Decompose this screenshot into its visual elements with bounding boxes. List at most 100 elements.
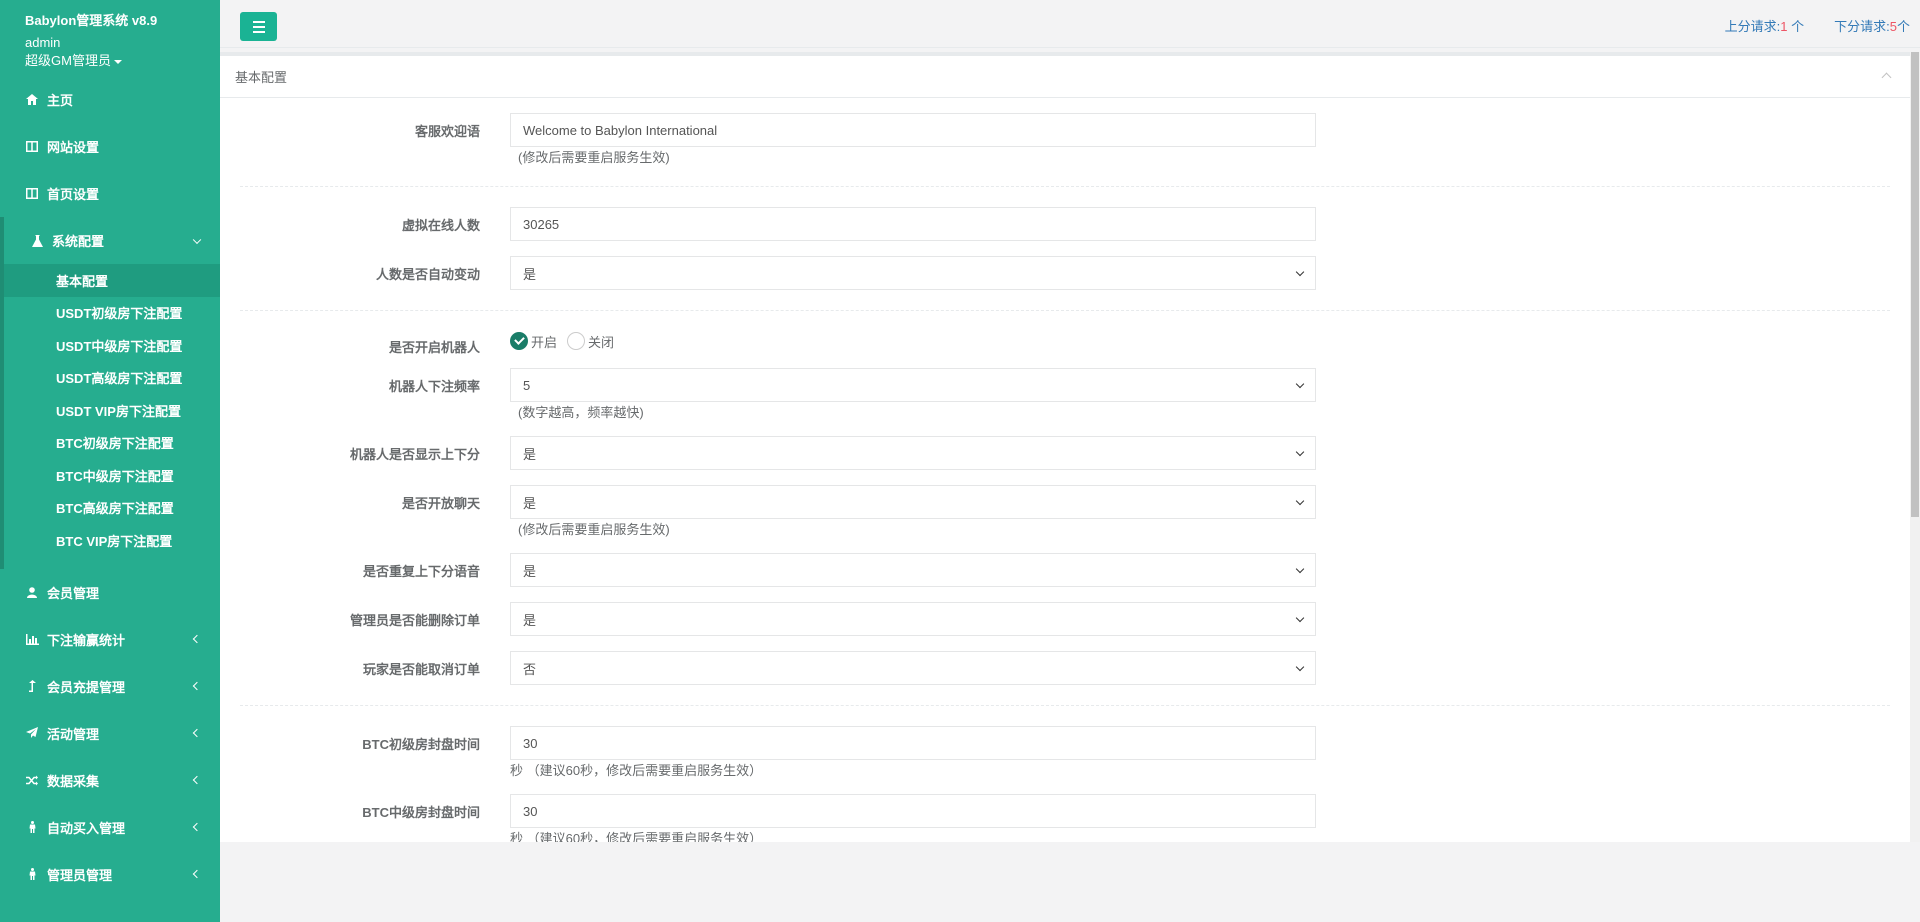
circle-icon xyxy=(567,332,586,350)
check-circle-icon xyxy=(510,332,528,350)
nav-auto-buy[interactable]: 自动买入管理 xyxy=(0,804,220,851)
nav-data-collection[interactable]: 数据采集 xyxy=(0,757,220,804)
page-scrollbar[interactable] xyxy=(1910,52,1920,842)
form-row-btc-basic-close: BTC初级房封盘时间 30 秒 （建议60秒，修改后需要重启服务生效） xyxy=(240,726,1890,779)
panel-header: 基本配置 xyxy=(220,56,1910,98)
submenu-btc-mid[interactable]: BTC中级房下注配置 xyxy=(4,459,220,492)
scrollbar-thumb[interactable] xyxy=(1911,52,1919,517)
system-config-submenu: 基本配置 USDT初级房下注配置 USDT中级房下注配置 USDT高级房下注配置… xyxy=(0,264,220,569)
deposit-requests-link[interactable]: 上分请求:1 个 xyxy=(1725,16,1805,35)
chevron-left-icon xyxy=(192,634,202,644)
field-label: BTC中级房封盘时间 xyxy=(362,805,480,820)
field-label: 管理员是否能删除订单 xyxy=(349,613,480,628)
chevron-down-icon xyxy=(192,235,202,244)
caret-down-icon xyxy=(113,59,122,64)
field-label: 客服欢迎语 xyxy=(414,124,480,139)
form-row-online: 虚拟在线人数 30265 xyxy=(240,207,1890,241)
field-label: 虚拟在线人数 xyxy=(401,218,480,233)
btc-mid-close-input[interactable]: 30 xyxy=(510,794,1316,828)
submenu-usdt-mid[interactable]: USDT中级房下注配置 xyxy=(4,329,220,362)
form-row-chat: 是否开放聊天 是 (修改后需要重启服务生效) xyxy=(240,485,1890,538)
home-icon xyxy=(25,93,39,107)
flask-icon xyxy=(30,234,44,248)
robot-frequency-select[interactable]: 5 xyxy=(510,368,1316,402)
male-icon xyxy=(25,867,39,881)
nav-system-config[interactable]: 系统配置 xyxy=(0,217,220,264)
role-label: 超级GM管理员 xyxy=(25,53,111,68)
nav-deposit-withdraw[interactable]: 会员充提管理 xyxy=(0,663,220,710)
divider xyxy=(240,186,1890,187)
chevron-left-icon xyxy=(192,822,202,832)
submenu-usdt-basic[interactable]: USDT初级房下注配置 xyxy=(4,297,220,330)
help-text: (数字越高，频率越快) xyxy=(518,405,644,420)
divider xyxy=(240,310,1890,311)
nav-members[interactable]: 会员管理 xyxy=(0,569,220,616)
chevron-down-icon xyxy=(1295,564,1305,574)
field-label: 是否开放聊天 xyxy=(401,496,480,511)
submenu-btc-basic[interactable]: BTC初级房下注配置 xyxy=(4,427,220,460)
robot-on-radio[interactable]: 开启 xyxy=(510,332,557,351)
help-text: 秒 （建议60秒，修改后需要重启服务生效） xyxy=(510,831,763,842)
nav-label: 会员充提管理 xyxy=(47,679,126,695)
nav-activities[interactable]: 活动管理 xyxy=(0,710,220,757)
robot-radio-group: 开启 关闭 xyxy=(510,331,1316,351)
submenu-basic-config[interactable]: 基本配置 xyxy=(4,264,220,297)
nav-homepage-settings[interactable]: 首页设置 xyxy=(0,170,220,217)
level-up-icon xyxy=(25,679,39,693)
chevron-down-icon xyxy=(1295,379,1305,389)
robot-show-select[interactable]: 是 xyxy=(510,436,1316,470)
nav-label: 管理员管理 xyxy=(47,867,113,883)
field-label: 机器人是否显示上下分 xyxy=(349,447,480,462)
panel-title: 基本配置 xyxy=(235,70,288,85)
btc-basic-close-input[interactable]: 30 xyxy=(510,726,1316,760)
role-dropdown[interactable]: 超级GM管理员 xyxy=(25,52,220,69)
submenu-usdt-vip[interactable]: USDT VIP房下注配置 xyxy=(4,394,220,427)
submenu-usdt-high[interactable]: USDT高级房下注配置 xyxy=(4,362,220,395)
withdraw-requests-link[interactable]: 下分请求:5个 xyxy=(1834,16,1910,35)
form-row-welcome: 客服欢迎语 Welcome to Babylon International (… xyxy=(240,113,1890,166)
divider xyxy=(240,705,1890,706)
top-navbar: 上分请求:1 个 下分请求:5个 xyxy=(220,0,1920,48)
form-row-robot-show: 机器人是否显示上下分 是 xyxy=(240,436,1890,470)
repeat-voice-select[interactable]: 是 xyxy=(510,553,1316,587)
toggle-sidebar-button[interactable] xyxy=(240,12,277,41)
male-icon xyxy=(25,820,39,834)
columns-icon xyxy=(25,187,39,201)
help-text: 秒 （建议60秒，修改后需要重启服务生效） xyxy=(510,763,763,778)
virtual-online-input[interactable]: 30265 xyxy=(510,207,1316,241)
user-icon xyxy=(25,585,39,599)
paper-plane-icon xyxy=(25,726,39,740)
nav-label: 首页设置 xyxy=(47,187,100,202)
nav-label: 会员管理 xyxy=(47,585,100,601)
form-row-repeat-voice: 是否重复上下分语音 是 xyxy=(240,553,1890,587)
panel-body: 客服欢迎语 Welcome to Babylon International (… xyxy=(220,98,1910,842)
chevron-left-icon xyxy=(192,681,202,691)
chevron-left-icon xyxy=(192,869,202,879)
withdraw-request-count: 5 xyxy=(1889,19,1897,34)
chat-select[interactable]: 是 xyxy=(510,485,1316,519)
nav-website-settings[interactable]: 网站设置 xyxy=(0,123,220,170)
submenu-btc-vip[interactable]: BTC VIP房下注配置 xyxy=(4,524,220,557)
form-row-robot-freq: 机器人下注频率 5 (数字越高，频率越快) xyxy=(240,368,1890,421)
nav-admin-management[interactable]: 管理员管理 xyxy=(0,851,220,898)
chevron-up-icon[interactable] xyxy=(1881,72,1892,83)
field-label: 玩家是否能取消订单 xyxy=(362,662,480,677)
nav-bet-stats[interactable]: 下注输赢统计 xyxy=(0,616,220,663)
field-label: 机器人下注频率 xyxy=(388,379,480,394)
nav-label: 主页 xyxy=(47,93,74,108)
random-icon xyxy=(25,773,39,787)
nav-label: 网站设置 xyxy=(47,140,100,155)
form-row-auto-change: 人数是否自动变动 是 xyxy=(240,256,1890,290)
nav-label: 活动管理 xyxy=(47,726,100,742)
nav-home[interactable]: 主页 xyxy=(0,76,220,123)
bars-icon xyxy=(252,20,265,23)
robot-off-radio[interactable]: 关闭 xyxy=(567,332,614,351)
welcome-message-input[interactable]: Welcome to Babylon International xyxy=(510,113,1316,147)
submenu-btc-high[interactable]: BTC高级房下注配置 xyxy=(4,492,220,525)
sidebar: Babylon管理系统 v8.9 admin 超级GM管理员 主页 网站设置 首… xyxy=(0,0,220,922)
auto-change-select[interactable]: 是 xyxy=(510,256,1316,290)
field-label: BTC初级房封盘时间 xyxy=(362,737,480,752)
admin-delete-select[interactable]: 是 xyxy=(510,602,1316,636)
player-cancel-select[interactable]: 否 xyxy=(510,651,1316,685)
deposit-request-count: 1 xyxy=(1780,19,1788,34)
